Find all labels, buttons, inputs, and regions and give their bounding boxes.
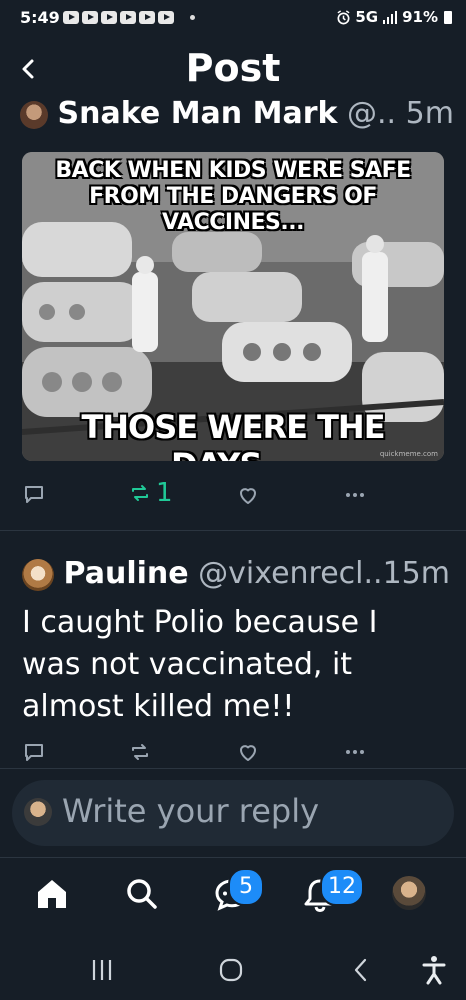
youtube-notification-icon	[120, 11, 136, 24]
battery-percent: 91%	[402, 8, 438, 26]
tab-search[interactable]	[122, 874, 162, 914]
reply-placeholder: Write your reply	[62, 792, 320, 830]
youtube-notification-icon	[158, 11, 174, 24]
comment-icon	[25, 744, 43, 761]
accessibility-icon	[422, 956, 446, 985]
post-image[interactable]: BACK WHEN KIDS WERE SAFE FROM THE DANGER…	[22, 152, 444, 461]
home-circle-icon	[219, 958, 243, 982]
like-button[interactable]	[236, 483, 260, 511]
ellipsis-icon	[346, 750, 364, 754]
post-time: 15m	[382, 556, 450, 591]
user-avatar	[24, 798, 52, 826]
repost-count: 1	[156, 478, 173, 508]
author-handle: @..	[346, 96, 397, 131]
youtube-notification-icon	[82, 11, 98, 24]
divider	[0, 857, 466, 858]
notifications-badge: 12	[320, 868, 364, 906]
signal-icon	[383, 11, 398, 24]
post-text: I caught Polio because I was not vaccina…	[22, 605, 378, 724]
tab-home[interactable]	[32, 874, 72, 914]
profile-avatar	[392, 876, 426, 910]
status-bar: 5:49 5G 91%	[0, 0, 466, 36]
youtube-notification-icon	[101, 11, 117, 24]
header: Post	[0, 36, 466, 104]
back-chevron-icon	[354, 958, 367, 982]
divider	[0, 530, 466, 531]
tab-chat[interactable]: 5	[212, 868, 264, 914]
network-type: 5G	[355, 8, 379, 26]
heart-icon	[240, 488, 256, 504]
alarm-icon	[337, 9, 350, 24]
youtube-notification-icon	[63, 11, 79, 24]
reply-input[interactable]: Write your reply	[12, 780, 454, 846]
search-icon	[127, 879, 157, 909]
meme-top-text: BACK WHEN KIDS WERE SAFE FROM THE DANGER…	[55, 158, 411, 235]
recent-apps-button[interactable]	[82, 950, 122, 990]
chat-badge: 5	[228, 868, 264, 906]
more-notifications-dot	[190, 15, 195, 20]
home-nav-button[interactable]	[211, 950, 251, 990]
tab-notifications[interactable]: 12	[300, 868, 364, 914]
avatar[interactable]	[20, 100, 48, 129]
repost-icon	[132, 485, 148, 501]
author-handle: @vixenrecl..	[198, 556, 383, 591]
more-options-button[interactable]	[343, 740, 367, 768]
battery-icon	[444, 10, 452, 24]
tab-profile[interactable]	[390, 874, 430, 914]
recent-apps-icon	[92, 960, 112, 980]
repost-icon	[132, 744, 148, 760]
author-name: Pauline	[63, 556, 189, 591]
post2-author-line[interactable]: Pauline @vixenrecl..15m	[22, 556, 450, 591]
heart-icon	[240, 745, 256, 761]
repost-button[interactable]	[128, 740, 152, 768]
reply-button[interactable]	[22, 740, 46, 768]
divider	[0, 768, 466, 769]
author-name: Snake Man Mark	[57, 96, 338, 131]
repost-button[interactable]: 1	[128, 478, 173, 508]
ellipsis-icon	[346, 493, 364, 497]
youtube-notification-icon	[139, 11, 155, 24]
status-time: 5:49	[20, 8, 60, 27]
more-options-button[interactable]	[343, 483, 367, 511]
post1-author-line[interactable]: Snake Man Mark @.. 5m	[20, 96, 454, 131]
post-time: 5m	[405, 96, 454, 131]
avatar[interactable]	[22, 558, 54, 591]
meme-watermark: quickmeme.com	[379, 450, 438, 458]
comment-icon	[25, 486, 43, 503]
like-button[interactable]	[236, 740, 260, 768]
accessibility-button[interactable]	[414, 950, 454, 990]
page-title: Post	[185, 46, 281, 90]
status-right: 5G 91%	[336, 8, 452, 26]
home-icon	[38, 880, 66, 908]
reply-button[interactable]	[22, 482, 46, 510]
back-nav-button[interactable]	[341, 950, 381, 990]
